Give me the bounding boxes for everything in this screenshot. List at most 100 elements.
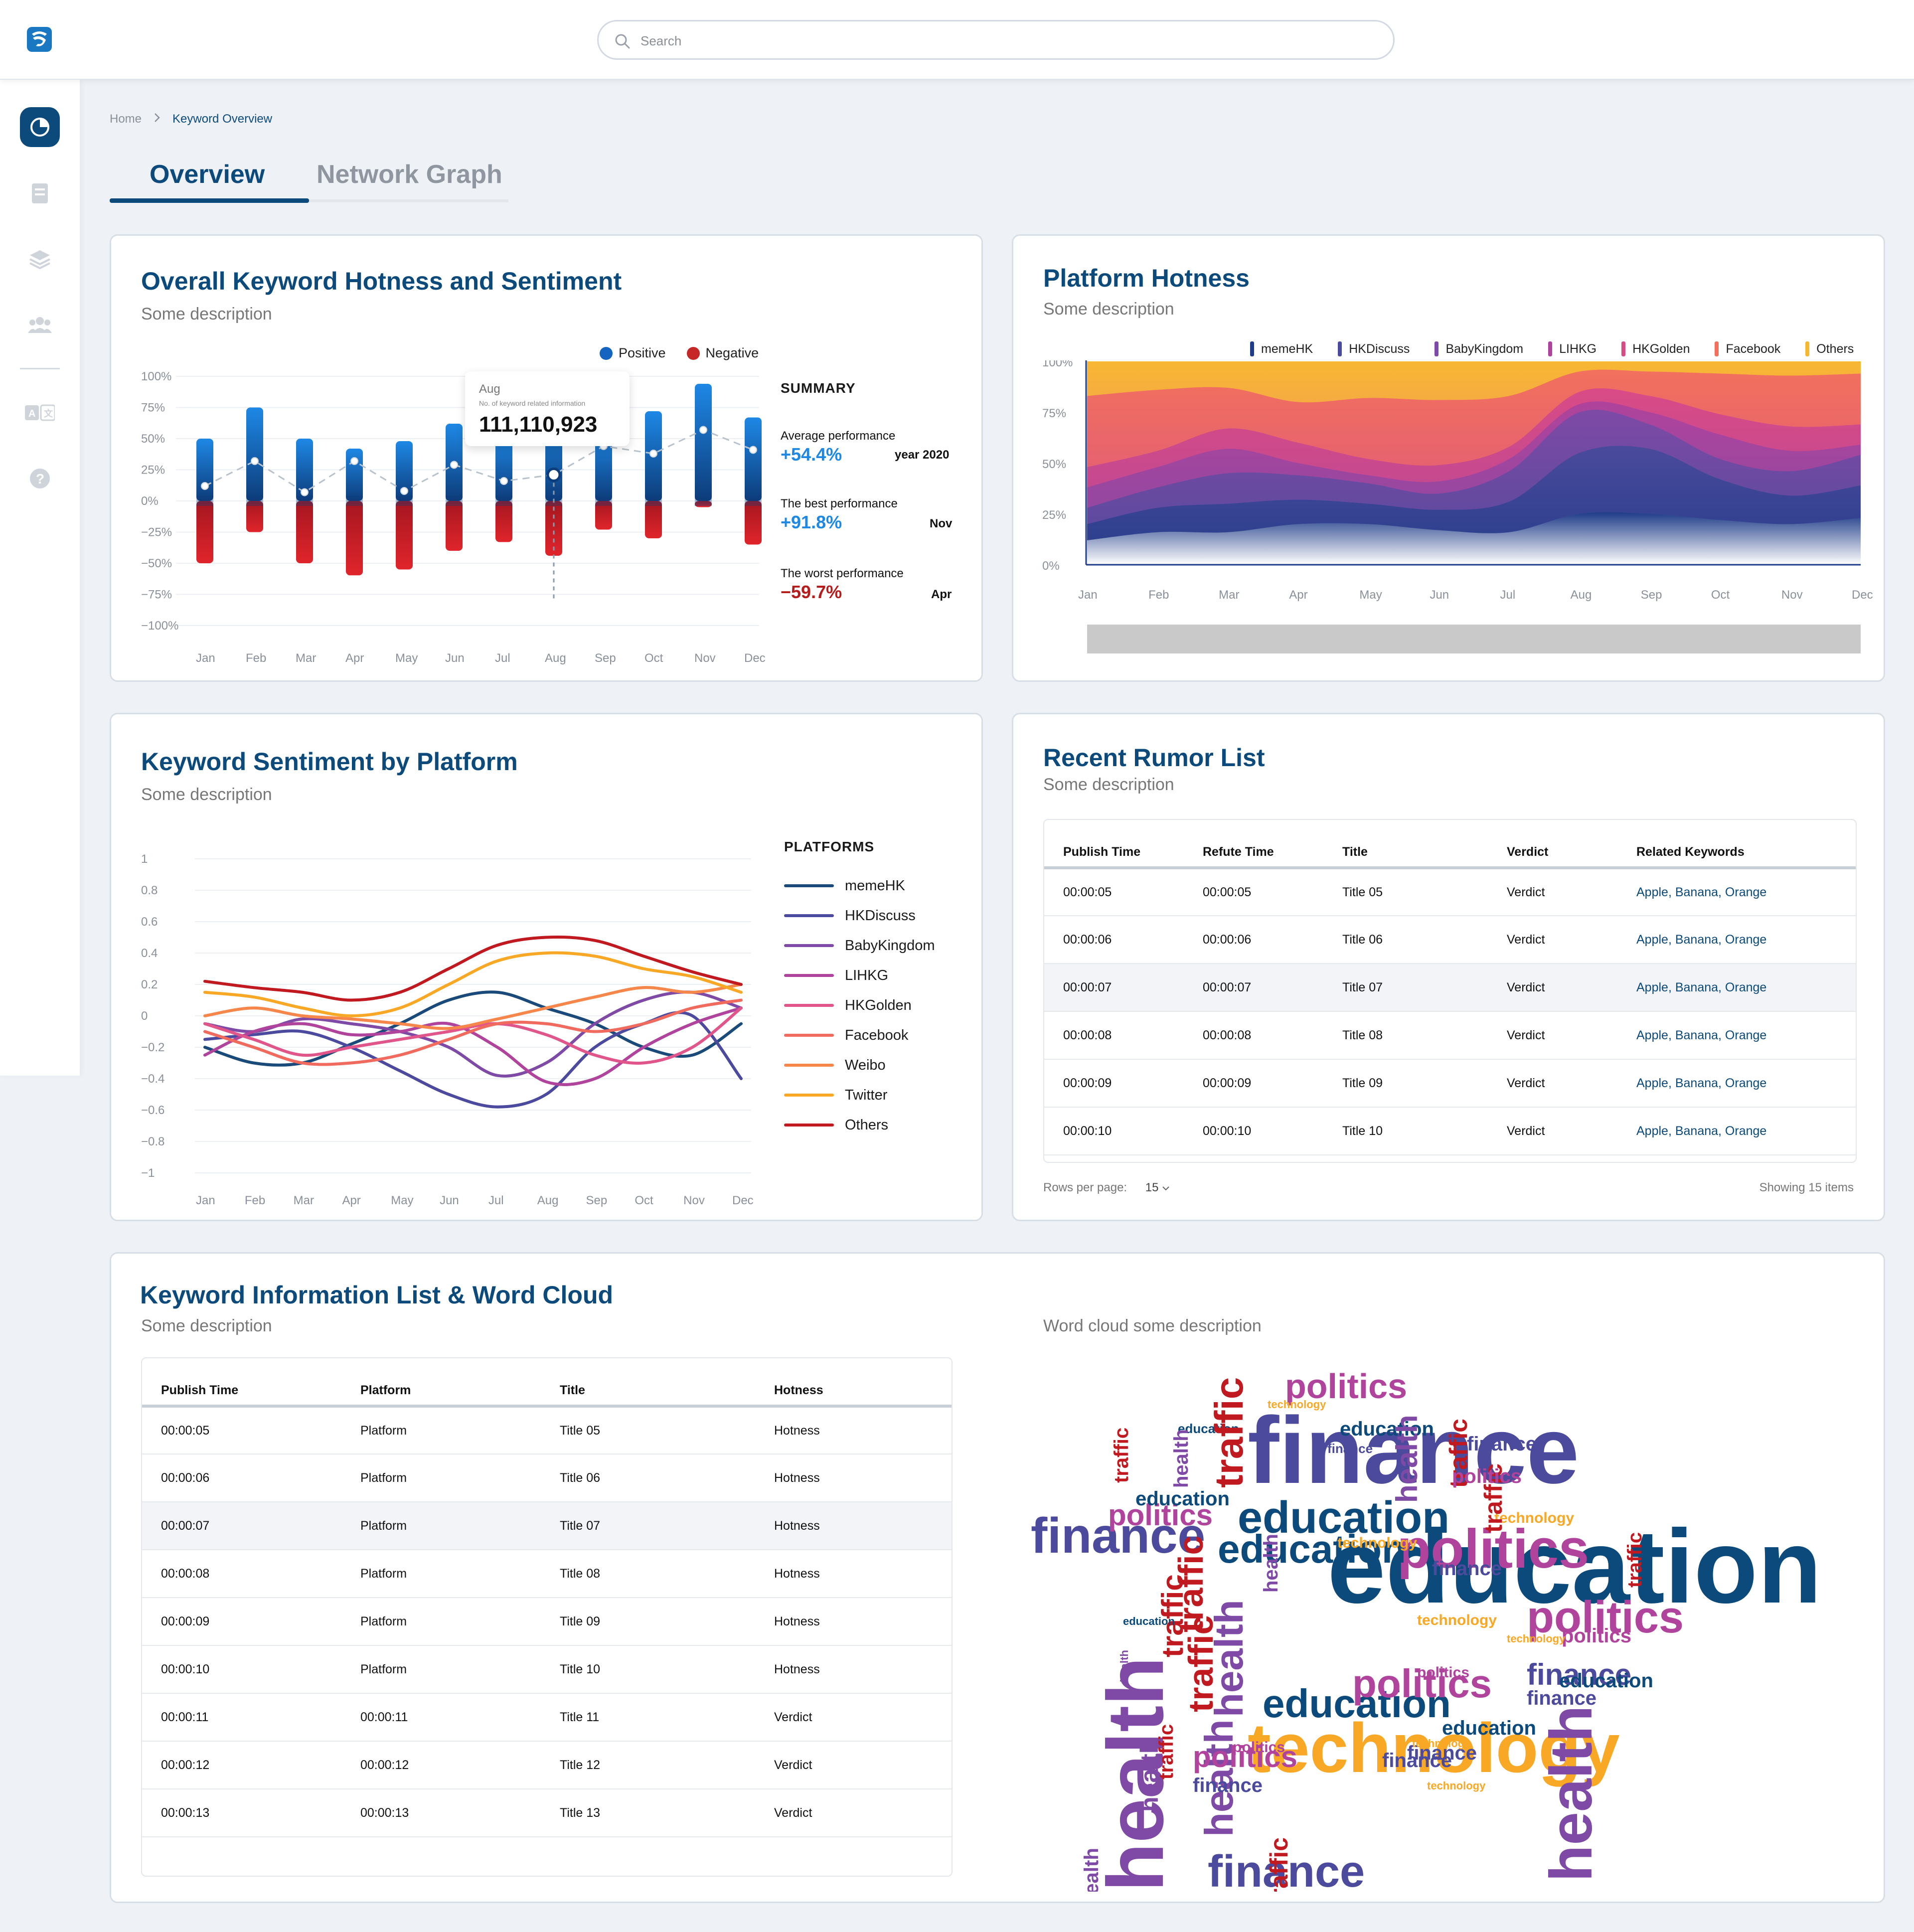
word-finance: finance [1327, 1441, 1373, 1456]
platform-legend-item[interactable]: HKDiscuss [784, 901, 935, 931]
x-tick-label: May [391, 1194, 413, 1207]
column-header[interactable]: Title [1342, 820, 1507, 869]
platform-area-chart[interactable]: 100% 75% 50% 25% 0% Jan Feb Mar Apr May Jun Jul Aug S… [1013, 360, 1887, 659]
nav-users-icon[interactable] [20, 305, 60, 345]
search-input[interactable] [640, 28, 1378, 53]
table-cell[interactable]: Apple, Banana, Orange [1636, 1059, 1856, 1108]
column-header[interactable]: Title [560, 1358, 774, 1408]
nav-document-icon[interactable] [20, 173, 60, 213]
rows-per-page-select[interactable]: 15 [1145, 1181, 1170, 1194]
platform-legend-item[interactable]: Facebook [784, 1020, 935, 1050]
word-cloud[interactable]: educationfinancetechnologypoliticseducat… [1028, 1353, 1876, 1892]
sentiment-line-chart[interactable]: 1 0.8 0.6 0.4 0.2 0 −0.2 −0.4 −0.6 −0.8 −1 Jan Feb Ma… [111, 824, 759, 1213]
nav-layers-icon[interactable] [20, 239, 60, 279]
table-row[interactable]: 00:00:06 00:00:06 Title 06 Verdict Apple, Ba… [1044, 916, 1856, 964]
platform-legend-item[interactable]: Weibo [784, 1050, 935, 1080]
table-cell: 00:00:10 [1044, 1107, 1203, 1155]
table-cell[interactable]: Apple, Banana, Orange [1636, 1107, 1856, 1155]
nav-translate-icon[interactable]: A文 [20, 393, 60, 433]
x-tick-label: Jul [495, 651, 510, 665]
showing-items: Showing 15 items [1759, 1181, 1854, 1194]
best-performance-period: Nov [930, 517, 953, 530]
bar-joint [296, 496, 313, 506]
breadcrumb-home[interactable]: Home [110, 112, 142, 126]
sidebar-divider [20, 368, 60, 369]
y-tick-label: −25% [141, 526, 172, 539]
table-row[interactable]: 00:00:07 00:00:07 Title 07 Verdict Apple, Ba… [1044, 964, 1856, 1012]
keyword-table-container: Publish Time Platform Title Hotness 00:00:05… [141, 1357, 953, 1877]
word-health: health [1081, 1848, 1103, 1892]
table-row[interactable]: 00:00:05 Platform Title 05 Hotness [142, 1406, 952, 1454]
table-cell: Platform [360, 1406, 560, 1454]
legend-item[interactable]: HKDiscuss [1338, 341, 1410, 356]
tooltip-value: 111,110,923 [479, 412, 598, 437]
column-header[interactable]: Publish Time [142, 1358, 360, 1408]
column-header[interactable]: Publish Time [1044, 820, 1203, 869]
table-cell: 00:00:05 [1203, 868, 1342, 916]
hotness-bar-chart[interactable]: 100% 75% 50% 25% 0% −25% −50% −75% −100% Jan Feb Ma… [111, 355, 779, 669]
x-tick-label: Nov [683, 1194, 705, 1207]
table-cell[interactable]: Apple, Banana, Orange [1636, 916, 1856, 964]
table-row[interactable]: 00:00:10 Platform Title 10 Hotness [142, 1645, 952, 1694]
table-cell[interactable]: Apple, Banana, Orange [1636, 1011, 1856, 1060]
word-politics: politics [1452, 1465, 1522, 1487]
platforms-heading: PLATFORMS [784, 839, 875, 854]
table-cell[interactable]: Apple, Banana, Orange [1636, 868, 1856, 916]
table-cell: Title 09 [560, 1598, 774, 1646]
x-tick-label: Apr [345, 651, 364, 665]
app-logo-icon[interactable] [25, 25, 54, 54]
search-bar[interactable] [597, 20, 1395, 60]
platform-legend-item[interactable]: BabyKingdom [784, 931, 935, 961]
legend-item[interactable]: BabyKingdom [1435, 341, 1523, 356]
table-row[interactable]: 00:00:12 00:00:12 Title 12 Verdict [142, 1741, 952, 1789]
platform-legend-item[interactable]: HKGolden [784, 990, 935, 1020]
table-row[interactable]: 00:00:07 Platform Title 07 Hotness [142, 1502, 952, 1550]
y-tick-label: −1 [141, 1166, 155, 1180]
tab-network-graph[interactable]: Network Graph [317, 160, 502, 189]
x-tick-label: Apr [1289, 588, 1307, 602]
platform-legend-item[interactable]: Twitter [784, 1080, 935, 1110]
legend-item[interactable]: HKGolden [1621, 341, 1690, 356]
platform-swatch [784, 1124, 834, 1127]
nav-overview-pie-chart-icon[interactable] [20, 107, 60, 147]
column-header[interactable]: Hotness [774, 1358, 952, 1408]
table-row[interactable]: 00:00:09 00:00:09 Title 09 Verdict Apple, Ba… [1044, 1059, 1856, 1108]
table-cell: Verdict [774, 1741, 952, 1789]
column-header[interactable]: Related Keywords [1636, 820, 1856, 869]
platform-legend-item[interactable]: Others [784, 1110, 935, 1140]
legend-item[interactable]: Facebook [1715, 341, 1780, 356]
y-tick-label: −0.2 [141, 1041, 164, 1054]
column-header[interactable]: Refute Time [1203, 820, 1342, 869]
table-row[interactable]: 00:00:05 00:00:05 Title 05 Verdict Apple, Ba… [1044, 868, 1856, 916]
table-cell: Verdict [774, 1693, 952, 1742]
average-performance-label: Average performance [781, 429, 896, 443]
table-row[interactable]: 00:00:10 00:00:10 Title 10 Verdict Apple, Ba… [1044, 1107, 1856, 1155]
legend-swatch [1338, 341, 1342, 356]
table-cell[interactable]: Apple, Banana, Orange [1636, 964, 1856, 1012]
table-header-row: Publish Time Refute Time Title Verdict Relat… [1044, 820, 1856, 869]
column-header[interactable]: Platform [360, 1358, 560, 1408]
table-row[interactable]: 00:00:09 Platform Title 09 Hotness [142, 1598, 952, 1646]
column-header[interactable]: Verdict [1507, 820, 1636, 869]
table-row[interactable]: 00:00:13 00:00:13 Title 13 Verdict [142, 1789, 952, 1837]
wordcloud-description: Word cloud some description [1043, 1316, 1262, 1335]
table-row[interactable]: 00:00:11 00:00:11 Title 11 Verdict [142, 1693, 952, 1742]
tab-overview[interactable]: Overview [150, 160, 265, 189]
table-cell: Title 10 [1342, 1107, 1507, 1155]
legend-item[interactable]: Others [1805, 341, 1854, 356]
platform-legend-item[interactable]: LIHKG [784, 961, 935, 990]
x-tick-label: Jun [1430, 588, 1449, 602]
legend-item[interactable]: LIHKG [1548, 341, 1596, 356]
x-tick-label: Jan [196, 651, 215, 665]
series-line-others [203, 935, 743, 1002]
table-cell: Platform [360, 1645, 560, 1694]
platform-legend-item[interactable]: memeHK [784, 871, 935, 901]
svg-text:文: 文 [44, 408, 53, 419]
x-tick-label: Aug [545, 651, 566, 665]
table-row[interactable]: 00:00:06 Platform Title 06 Hotness [142, 1454, 952, 1502]
y-tick-label: 0.8 [141, 884, 158, 897]
legend-item[interactable]: memeHK [1250, 341, 1313, 356]
nav-help-icon[interactable]: ? [20, 459, 60, 498]
table-row[interactable]: 00:00:08 00:00:08 Title 08 Verdict Apple, Ba… [1044, 1011, 1856, 1060]
table-row[interactable]: 00:00:08 Platform Title 08 Hotness [142, 1550, 952, 1598]
